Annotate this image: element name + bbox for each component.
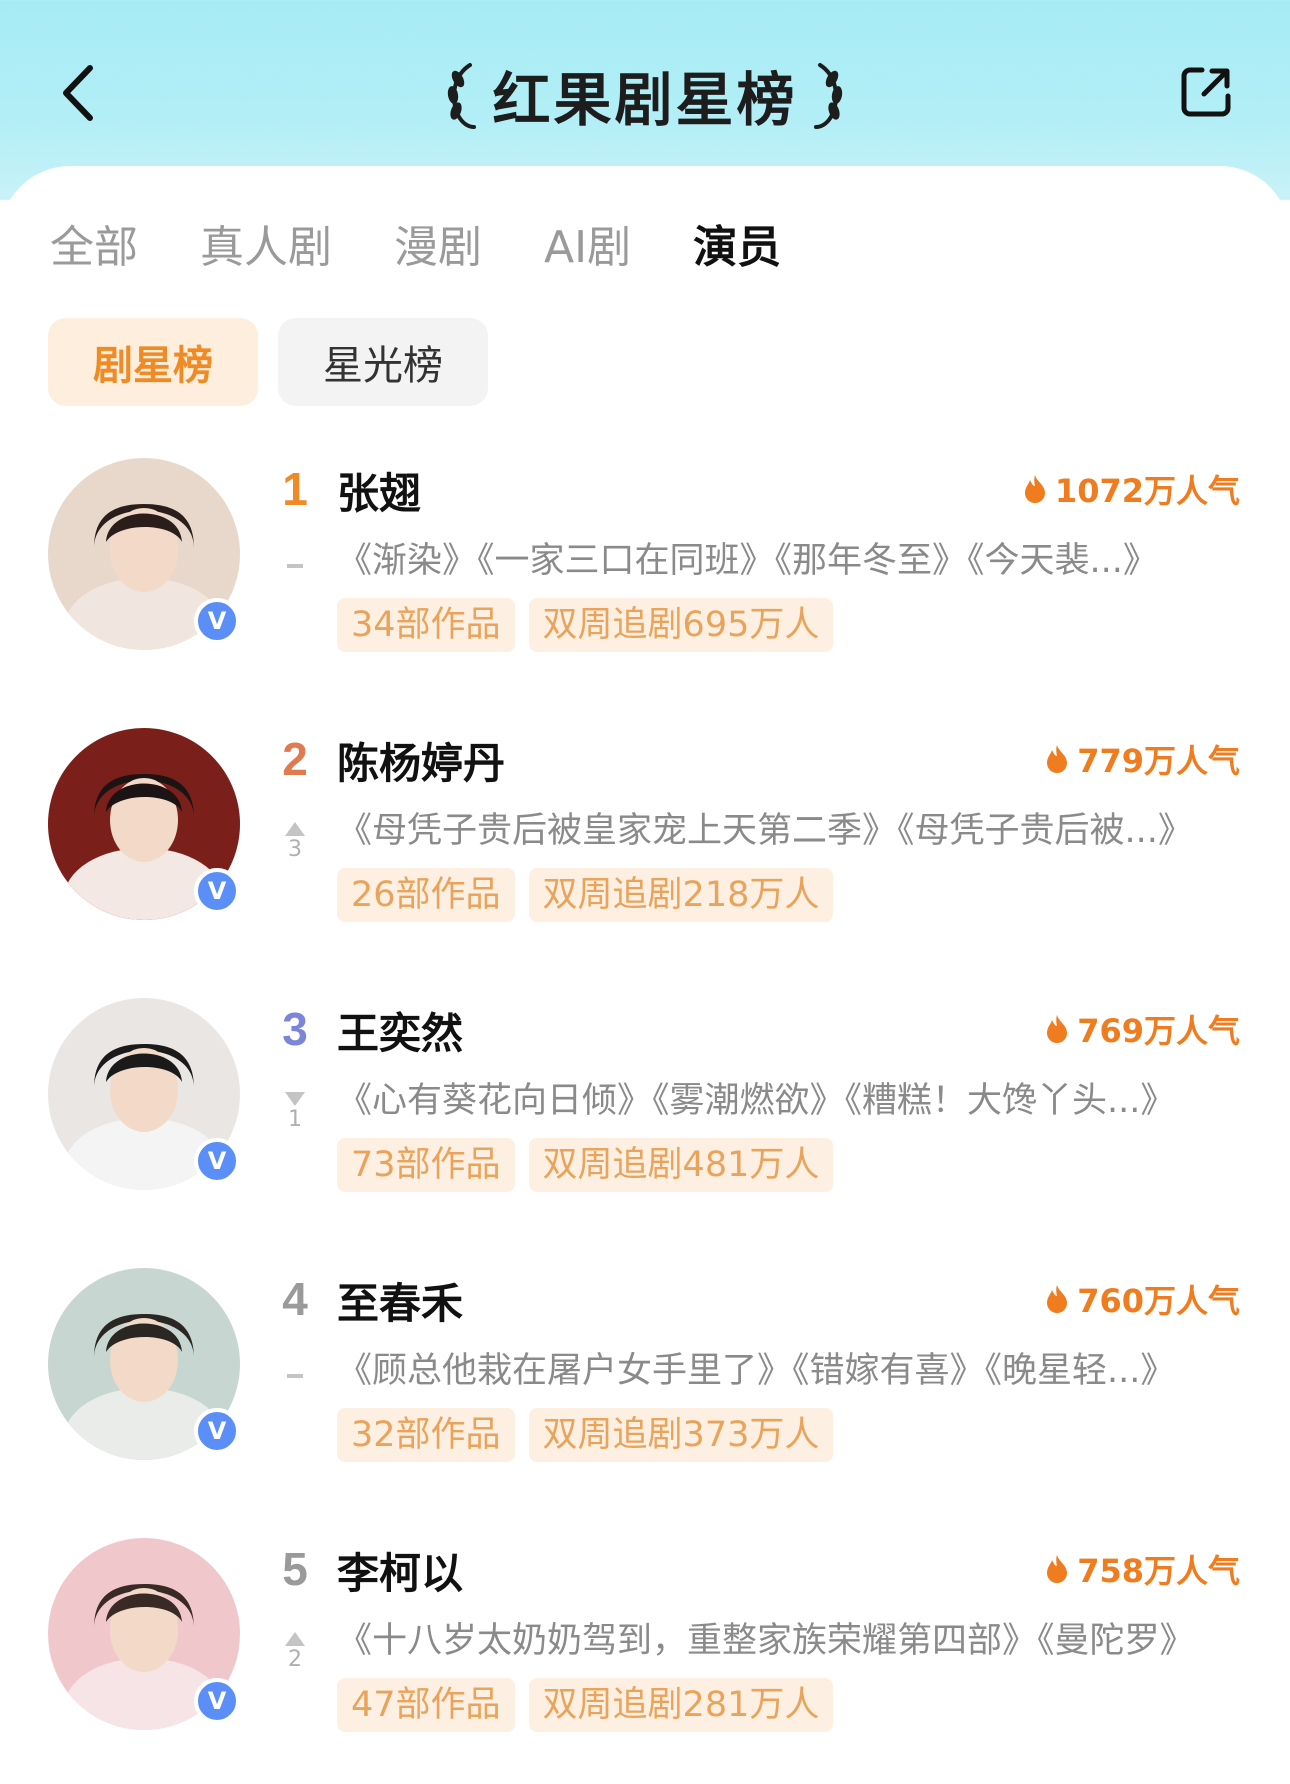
actor-name[interactable]: 至春禾 — [337, 1270, 463, 1331]
trend-number: 2 — [288, 1647, 302, 1672]
rank-number: 3 — [282, 1003, 308, 1055]
trend-down-icon — [285, 1092, 305, 1106]
actor-name[interactable]: 张翅 — [337, 460, 421, 521]
works-count-tag: 32部作品 — [337, 1408, 515, 1462]
flame-icon — [1024, 475, 1045, 503]
works-count-tag: 47部作品 — [337, 1678, 515, 1732]
ranking-list: V 1 张翅 1072万人气 《渐染》《一家三口在同班》《那年冬至》《今天裴..… — [0, 450, 1290, 1784]
tab-comic[interactable]: 漫剧 — [394, 218, 482, 278]
works-list: 《心有葵花向日倾》《雾潮燃欲》《糟糕！大馋丫头...》 — [337, 1081, 1176, 1121]
rank-trend: 2 — [280, 1626, 310, 1674]
list-item[interactable]: V 5 2 李柯以 758万人气 《十八岁太奶奶驾到，重整家族荣耀第四部》《曼陀… — [0, 1530, 1290, 1784]
actor-name[interactable]: 李柯以 — [337, 1540, 463, 1601]
works-count-tag: 26部作品 — [337, 868, 515, 922]
trend-number: 1 — [288, 1107, 302, 1132]
stats-tags: 34部作品 双周追剧695万人 — [337, 598, 834, 652]
rank-trend — [280, 546, 310, 568]
trend-number: 3 — [288, 837, 302, 862]
follow-count-tag: 双周追剧281万人 — [528, 1678, 834, 1732]
actor-name[interactable]: 陈杨婷丹 — [337, 730, 505, 791]
rank-number: 5 — [282, 1543, 308, 1595]
rank-number: 4 — [282, 1273, 308, 1325]
follow-count-tag: 双周追剧481万人 — [528, 1138, 834, 1192]
list-item[interactable]: V 3 1 王奕然 769万人气 《心有葵花向日倾》《雾潮燃欲》《糟糕！大馋丫头… — [0, 990, 1290, 1260]
stats-tags: 26部作品 双周追剧218万人 — [337, 868, 834, 922]
works-list: 《渐染》《一家三口在同班》《那年冬至》《今天裴...》 — [337, 541, 1158, 581]
page-title-wrap: 红果剧星榜 — [0, 55, 1290, 135]
page-title: 红果剧星榜 — [492, 66, 798, 134]
ranking-chips: 剧星榜 星光榜 — [48, 318, 488, 406]
trend-up-icon — [285, 822, 305, 836]
works-list: 《母凭子贵后被皇家宠上天第二季》《母凭子贵后被...》 — [337, 811, 1193, 851]
flame-icon — [1047, 1285, 1068, 1313]
verified-badge: V — [194, 1678, 240, 1724]
popularity: 779万人气 — [1045, 736, 1240, 782]
verified-badge: V — [194, 598, 240, 644]
works-count-tag: 73部作品 — [337, 1138, 515, 1192]
rank-trend — [280, 1356, 310, 1378]
tab-live-action[interactable]: 真人剧 — [200, 218, 332, 278]
tab-all[interactable]: 全部 — [50, 218, 138, 278]
actor-name[interactable]: 王奕然 — [337, 1000, 463, 1061]
flame-icon — [1047, 1555, 1068, 1583]
category-tabs: 全部 真人剧 漫剧 AI剧 演员 — [50, 218, 843, 278]
list-item[interactable]: V 1 张翅 1072万人气 《渐染》《一家三口在同班》《那年冬至》《今天裴..… — [0, 450, 1290, 720]
rank-number: 2 — [282, 733, 308, 785]
popularity: 760万人气 — [1045, 1276, 1240, 1322]
popularity-value: 1072万人气 — [1054, 472, 1240, 510]
follow-count-tag: 双周追剧695万人 — [528, 598, 834, 652]
follow-count-tag: 双周追剧218万人 — [528, 868, 834, 922]
popularity: 758万人气 — [1045, 1546, 1240, 1592]
flame-icon — [1047, 1015, 1068, 1043]
laurel-right-icon — [813, 63, 842, 129]
trend-up-icon — [285, 1632, 305, 1646]
stats-tags: 32部作品 双周追剧373万人 — [337, 1408, 834, 1462]
popularity-value: 758万人气 — [1077, 1552, 1240, 1590]
list-item[interactable]: V 2 3 陈杨婷丹 779万人气 《母凭子贵后被皇家宠上天第二季》《母凭子贵后… — [0, 720, 1290, 990]
works-list: 《顾总他栽在屠户女手里了》《错嫁有喜》《晚星轻...》 — [337, 1351, 1176, 1391]
popularity-value: 769万人气 — [1077, 1012, 1240, 1050]
rank-trend: 3 — [280, 816, 310, 864]
works-count-tag: 34部作品 — [337, 598, 515, 652]
verified-badge: V — [194, 868, 240, 914]
flame-icon — [1047, 745, 1068, 773]
works-list: 《十八岁太奶奶驾到，重整家族荣耀第四部》《曼陀罗》 — [337, 1621, 1195, 1661]
list-item[interactable]: V 4 至春禾 760万人气 《顾总他栽在屠户女手里了》《错嫁有喜》《晚星轻..… — [0, 1260, 1290, 1530]
trend-same-icon — [287, 1374, 303, 1378]
follow-count-tag: 双周追剧373万人 — [528, 1408, 834, 1462]
popularity: 769万人气 — [1045, 1006, 1240, 1052]
share-icon — [1181, 67, 1231, 117]
tab-actors[interactable]: 演员 — [693, 218, 781, 278]
rank-number: 1 — [282, 463, 308, 515]
share-button[interactable] — [1176, 62, 1236, 122]
tab-ai[interactable]: AI剧 — [544, 218, 631, 278]
top-bar: 红果剧星榜 — [0, 0, 1290, 190]
popularity-value: 760万人气 — [1077, 1282, 1240, 1320]
stats-tags: 73部作品 双周追剧481万人 — [337, 1138, 834, 1192]
chip-drama-star[interactable]: 剧星榜 — [48, 318, 258, 406]
popularity: 1072万人气 — [1023, 466, 1240, 512]
verified-badge: V — [194, 1408, 240, 1454]
verified-badge: V — [194, 1138, 240, 1184]
laurel-left-icon — [448, 63, 477, 129]
stats-tags: 47部作品 双周追剧281万人 — [337, 1678, 834, 1732]
popularity-value: 779万人气 — [1077, 742, 1240, 780]
rank-trend: 1 — [280, 1086, 310, 1134]
trend-same-icon — [287, 564, 303, 568]
chip-star-light[interactable]: 星光榜 — [278, 318, 488, 406]
